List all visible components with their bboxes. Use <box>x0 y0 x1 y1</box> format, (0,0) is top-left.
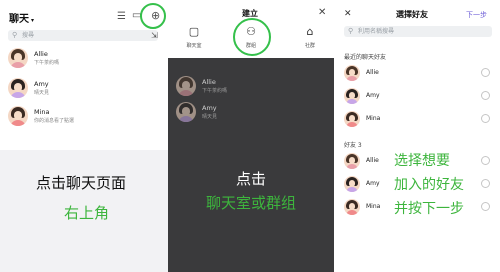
caption-highlight: 聊天室或群组 <box>206 194 297 212</box>
avatar <box>8 106 28 126</box>
create-screen: 建立 ✕ ▢ 聊天室 ⚇ 群組 ⌂ 社群 Allie 下午茶約嗎 Amy 晴天見 <box>168 0 334 272</box>
chat-preview: 下午茶約嗎 <box>34 60 60 66</box>
chat-preview: 晴天見 <box>202 114 218 120</box>
chat-bubble-icon: ▢ <box>188 25 200 38</box>
select-radio[interactable] <box>481 91 490 100</box>
search-icon: ⚲ <box>12 31 18 39</box>
friend-name: Mina <box>366 203 381 210</box>
chevron-down-icon: ▾ <box>31 17 35 24</box>
search-input[interactable]: ⚲ 搜尋 <box>8 30 158 41</box>
avatar <box>344 65 360 81</box>
search-icon: ⚲ <box>348 27 354 35</box>
friend-name: Allie <box>366 157 379 164</box>
avatar <box>344 88 360 104</box>
select-radio[interactable] <box>481 156 490 165</box>
friend-row[interactable]: Amy <box>344 87 492 107</box>
avatar <box>8 48 28 68</box>
avatar <box>176 76 196 96</box>
friend-name: Amy <box>366 92 380 99</box>
filter-icon[interactable]: ☰ <box>117 12 126 22</box>
chat-list-item: Allie 下午茶約嗎 <box>176 76 328 102</box>
page-title: 選擇好友 <box>396 10 428 19</box>
option-label: 社群 <box>304 43 315 49</box>
avatar <box>344 176 360 192</box>
page-title[interactable]: 聊天 ▾ <box>9 10 34 25</box>
chat-name: Mina <box>34 108 50 116</box>
close-icon[interactable]: ✕ <box>344 9 352 19</box>
section-header-recent: 最近的聊天好友 <box>344 54 387 61</box>
select-radio[interactable] <box>481 202 490 211</box>
add-icon[interactable]: ⇲ <box>151 31 158 41</box>
chat-preview: 下午茶約嗎 <box>202 88 228 94</box>
community-icon: ⌂ <box>306 25 314 38</box>
option-community[interactable]: ⌂ 社群 <box>290 25 330 50</box>
caption-highlight: 右上角 <box>64 204 110 222</box>
friend-row[interactable]: Allie <box>344 64 492 84</box>
caption-line: 点击聊天页面 <box>36 174 127 192</box>
avatar <box>344 111 360 127</box>
search-input[interactable]: ⚲ 利用名稱搜尋 <box>344 26 492 37</box>
chat-name: Allie <box>202 78 216 86</box>
chat-preview: 你的消息看了點選 <box>34 118 75 124</box>
avatar <box>8 78 28 98</box>
chat-list-item[interactable]: Mina 你的消息看了點選 <box>8 106 160 132</box>
highlight-circle <box>140 3 166 29</box>
caption-highlight: 加入的好友 <box>394 177 464 193</box>
avatar <box>344 199 360 215</box>
chat-name: Amy <box>34 80 49 88</box>
option-chat-room[interactable]: ▢ 聊天室 <box>174 25 214 50</box>
select-friends-screen: ✕ 選擇好友 下一步 ⚲ 利用名稱搜尋 最近的聊天好友 Allie Amy Mi… <box>336 0 500 272</box>
next-button[interactable]: 下一步 <box>466 10 487 20</box>
avatar <box>176 102 196 122</box>
highlight-circle <box>233 18 271 56</box>
select-radio[interactable] <box>481 68 490 77</box>
friend-name: Mina <box>366 115 381 122</box>
caption-highlight: 选择想要 <box>394 153 450 169</box>
avatar <box>344 153 360 169</box>
option-label: 聊天室 <box>186 43 202 49</box>
select-radio[interactable] <box>481 114 490 123</box>
friend-row[interactable]: Mina <box>344 110 492 130</box>
chat-list-screen: 聊天 ▾ ☰ ▭ ⊕ ⚲ 搜尋 ⇲ Allie 下午茶約嗎 Amy 晴天見 Min… <box>0 0 168 272</box>
close-icon[interactable]: ✕ <box>318 8 326 18</box>
chat-name: Allie <box>34 50 48 58</box>
chat-name: Amy <box>202 104 217 112</box>
friend-name: Amy <box>366 180 380 187</box>
select-radio[interactable] <box>481 179 490 188</box>
chat-preview: 晴天見 <box>34 90 50 96</box>
chat-list-item[interactable]: Amy 晴天見 <box>8 78 160 104</box>
caption-highlight: 并按下一步 <box>394 201 464 217</box>
section-header-friends: 好友 3 <box>344 142 362 149</box>
chat-list-item: Amy 晴天見 <box>176 102 328 128</box>
caption-line: 点击 <box>236 170 267 188</box>
chat-list-item[interactable]: Allie 下午茶約嗎 <box>8 48 160 74</box>
friend-name: Allie <box>366 69 379 76</box>
tutorial-stage: 聊天 ▾ ☰ ▭ ⊕ ⚲ 搜尋 ⇲ Allie 下午茶約嗎 Amy 晴天見 Min… <box>0 0 500 272</box>
